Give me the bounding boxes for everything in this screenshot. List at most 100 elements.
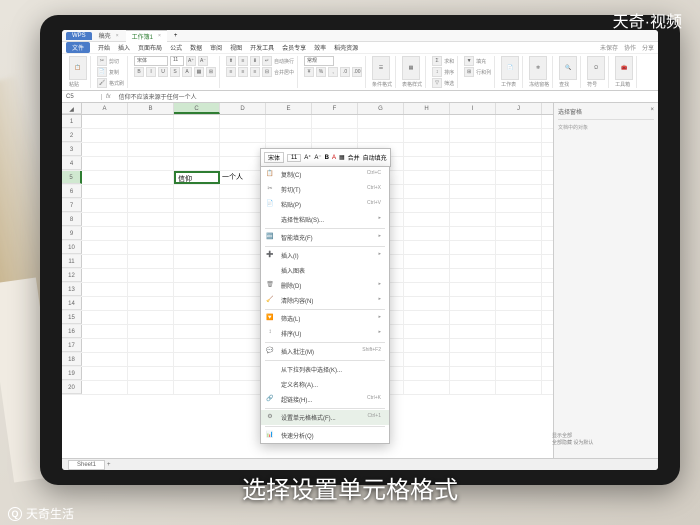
cell-H13[interactable] <box>404 283 450 296</box>
fillcolor-button[interactable]: ▦ <box>194 67 204 77</box>
cell-H2[interactable] <box>404 129 450 142</box>
tab-wps[interactable]: WPS <box>66 32 92 40</box>
cell-A9[interactable] <box>82 227 128 240</box>
cell-C8[interactable] <box>174 213 220 226</box>
mini-size[interactable]: 11 <box>287 154 301 162</box>
row-header[interactable]: 9 <box>62 227 82 240</box>
row-header[interactable]: 12 <box>62 269 82 282</box>
cell-B11[interactable] <box>128 255 174 268</box>
cell-A8[interactable] <box>82 213 128 226</box>
cell-I12[interactable] <box>450 269 496 282</box>
condformat-button[interactable]: ☰ <box>372 56 390 80</box>
cell-C1[interactable] <box>174 115 220 128</box>
row-header[interactable]: 2 <box>62 129 82 142</box>
close-icon[interactable]: × <box>116 33 119 39</box>
cell-B10[interactable] <box>128 241 174 254</box>
align-right-button[interactable]: ≡ <box>250 67 260 77</box>
cell-A20[interactable] <box>82 381 128 394</box>
cell-B14[interactable] <box>128 297 174 310</box>
cell-H9[interactable] <box>404 227 450 240</box>
ctx-选择性粘贴(S)...[interactable]: 选择性粘贴(S)...▸ <box>261 212 389 227</box>
ctx-插入批注(M)[interactable]: 💬插入批注(M)Shift+F2 <box>261 344 389 359</box>
row-header[interactable]: 13 <box>62 283 82 296</box>
bold-button[interactable]: B <box>134 67 144 77</box>
percent-button[interactable]: % <box>316 67 326 77</box>
cell-B5[interactable] <box>128 171 174 184</box>
cell-J7[interactable] <box>496 199 542 212</box>
cell-B9[interactable] <box>128 227 174 240</box>
cell-A5[interactable] <box>82 171 128 184</box>
sidepanel-hideall[interactable]: 全部隐藏 设为默认 <box>552 439 652 446</box>
mini-font[interactable]: 宋体 <box>264 152 284 163</box>
row-header[interactable]: 3 <box>62 143 82 156</box>
dec-font-button[interactable]: A⁻ <box>198 56 208 66</box>
underline-button[interactable]: U <box>158 67 168 77</box>
cell-B6[interactable] <box>128 185 174 198</box>
row-header[interactable]: 1 <box>62 115 82 128</box>
cell-C9[interactable] <box>174 227 220 240</box>
cell-A4[interactable] <box>82 157 128 170</box>
currency-button[interactable]: ¥ <box>304 67 314 77</box>
cell-H7[interactable] <box>404 199 450 212</box>
cell-A16[interactable] <box>82 325 128 338</box>
menu-layout[interactable]: 页面布局 <box>138 43 162 52</box>
ctx-清除内容(N)[interactable]: 🧹清除内容(N)▸ <box>261 293 389 308</box>
cell-I10[interactable] <box>450 241 496 254</box>
filter-button[interactable]: ▽ <box>432 78 442 88</box>
add-sheet-button[interactable]: + <box>107 462 111 468</box>
cell-A2[interactable] <box>82 129 128 142</box>
menu-res[interactable]: 稻壳资源 <box>334 43 358 52</box>
row-header[interactable]: 14 <box>62 297 82 310</box>
mini-bold[interactable]: B <box>325 155 329 161</box>
cell-H14[interactable] <box>404 297 450 310</box>
col-c[interactable]: C <box>174 103 220 114</box>
cell-I6[interactable] <box>450 185 496 198</box>
menu-insert[interactable]: 插入 <box>118 43 130 52</box>
dec-dec-button[interactable]: .00 <box>352 67 362 77</box>
cell-I9[interactable] <box>450 227 496 240</box>
mini-dec-icon[interactable]: A⁻ <box>314 154 321 161</box>
merge-button[interactable]: ⊟ <box>262 67 272 77</box>
cell-I16[interactable] <box>450 325 496 338</box>
cell-C13[interactable] <box>174 283 220 296</box>
col-g[interactable]: G <box>358 103 404 114</box>
cell-A15[interactable] <box>82 311 128 324</box>
fill-button[interactable]: ▼ <box>464 56 474 66</box>
row-header[interactable]: 7 <box>62 199 82 212</box>
cell-J13[interactable] <box>496 283 542 296</box>
cell-A6[interactable] <box>82 185 128 198</box>
ctx-排序(U)[interactable]: ↕排序(U)▸ <box>261 326 389 341</box>
row-header[interactable]: 11 <box>62 255 82 268</box>
cell-A1[interactable] <box>82 115 128 128</box>
col-b[interactable]: B <box>128 103 174 114</box>
cell-H6[interactable] <box>404 185 450 198</box>
cell-I18[interactable] <box>450 353 496 366</box>
row-header[interactable]: 18 <box>62 353 82 366</box>
align-left-button[interactable]: ≡ <box>226 67 236 77</box>
font-select[interactable]: 宋体 <box>134 56 168 66</box>
cell-B2[interactable] <box>128 129 174 142</box>
cell-J3[interactable] <box>496 143 542 156</box>
row-header[interactable]: 19 <box>62 367 82 380</box>
paste-button[interactable]: 📋 <box>69 56 87 80</box>
mini-merge[interactable]: 合并 <box>348 153 360 162</box>
col-d[interactable]: D <box>220 103 266 114</box>
cell-H17[interactable] <box>404 339 450 352</box>
cell-C10[interactable] <box>174 241 220 254</box>
cell-C18[interactable] <box>174 353 220 366</box>
ctx-剪切(T)[interactable]: ✂剪切(T)Ctrl+X <box>261 182 389 197</box>
ctx-插入图表[interactable]: 插入图表 <box>261 263 389 278</box>
cell-G2[interactable] <box>358 129 404 142</box>
find-button[interactable]: 🔍 <box>559 56 577 80</box>
worksheet-button[interactable]: 📄 <box>501 56 519 80</box>
cell-J14[interactable] <box>496 297 542 310</box>
cell-C16[interactable] <box>174 325 220 338</box>
cell-J6[interactable] <box>496 185 542 198</box>
cell-I19[interactable] <box>450 367 496 380</box>
cell-H1[interactable] <box>404 115 450 128</box>
cell-J12[interactable] <box>496 269 542 282</box>
cell-F1[interactable] <box>312 115 358 128</box>
strike-button[interactable]: S <box>170 67 180 77</box>
mini-inc-icon[interactable]: A⁺ <box>304 154 311 161</box>
cell-B1[interactable] <box>128 115 174 128</box>
